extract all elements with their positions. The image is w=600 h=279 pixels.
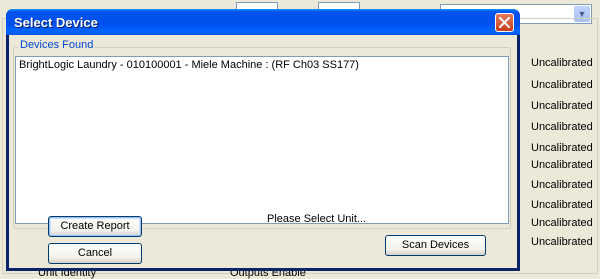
devices-found-label: Devices Found (18, 39, 96, 51)
dialog-title: Select Device (14, 15, 98, 30)
status-text: Uncalibrated (531, 79, 593, 91)
list-item[interactable]: BrightLogic Laundry - 010100001 - Miele … (19, 59, 359, 71)
close-button[interactable] (495, 13, 514, 32)
device-list[interactable]: BrightLogic Laundry - 010100001 - Miele … (15, 56, 509, 224)
status-text: Uncalibrated (531, 159, 593, 171)
select-device-dialog: Select Device Devices Found BrightLogic … (6, 9, 520, 271)
status-text: Uncalibrated (531, 179, 593, 191)
status-text: Uncalibrated (531, 217, 593, 229)
status-text: Uncalibrated (531, 100, 593, 112)
cancel-button[interactable]: Cancel (48, 243, 142, 264)
status-text: Uncalibrated (531, 199, 593, 211)
dialog-titlebar[interactable]: Select Device (6, 9, 520, 35)
create-report-button[interactable]: Create Report (48, 216, 142, 237)
status-message: Please Select Unit... (267, 213, 367, 225)
close-icon (499, 17, 510, 28)
status-text: Uncalibrated (531, 57, 593, 69)
status-text: Uncalibrated (531, 121, 593, 133)
dialog-body: Devices Found BrightLogic Laundry - 0101… (9, 35, 517, 268)
scan-devices-button[interactable]: Scan Devices (385, 235, 486, 256)
status-text: Uncalibrated (531, 142, 593, 154)
status-text: Uncalibrated (531, 236, 593, 248)
